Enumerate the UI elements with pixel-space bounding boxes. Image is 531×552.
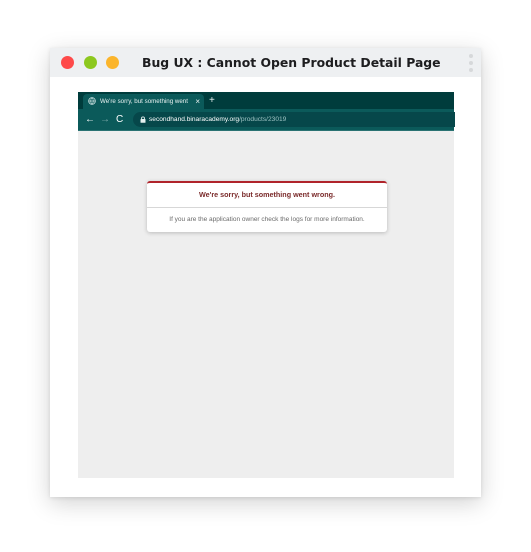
window-titlebar: Bug UX : Cannot Open Product Detail Page (50, 48, 481, 77)
minimize-window-button[interactable] (84, 56, 97, 69)
window-title: Bug UX : Cannot Open Product Detail Page (142, 55, 441, 70)
tab-title: We're sorry, but something went (100, 98, 188, 105)
forward-arrow-icon[interactable]: → (100, 109, 110, 130)
address-bar[interactable]: secondhand.binaracademy.org/products/230… (133, 112, 455, 127)
lock-icon (140, 116, 146, 123)
browser-tabstrip: We're sorry, but something went × + (78, 92, 454, 109)
url-text: secondhand.binaracademy.org/products/230… (149, 112, 286, 127)
globe-icon (88, 97, 96, 105)
error-message: If you are the application owner check t… (169, 216, 365, 223)
maximize-window-button[interactable] (106, 56, 119, 69)
new-tab-button[interactable]: + (209, 92, 215, 109)
presentation-card: Bug UX : Cannot Open Product Detail Page… (50, 48, 481, 497)
url-host: secondhand.binaracademy.org (149, 116, 240, 123)
browser-tab-active[interactable]: We're sorry, but something went × (83, 94, 204, 109)
browser-screenshot: We're sorry, but something went × + ← → … (78, 92, 455, 478)
kebab-vertical-icon[interactable] (469, 54, 473, 72)
url-path: /products/23019 (239, 116, 287, 123)
toolbar-divider (78, 130, 454, 131)
browser-navbar: ← → C secondhand.binaracademy.org/produc… (78, 109, 455, 130)
error-dialog: We're sorry, but something went wrong. I… (147, 181, 387, 232)
reload-icon[interactable]: C (116, 109, 123, 130)
back-arrow-icon[interactable]: ← (85, 109, 95, 130)
tab-close-icon[interactable]: × (195, 94, 200, 109)
close-window-button[interactable] (61, 56, 74, 69)
error-heading: We're sorry, but something went wrong. (147, 183, 387, 208)
